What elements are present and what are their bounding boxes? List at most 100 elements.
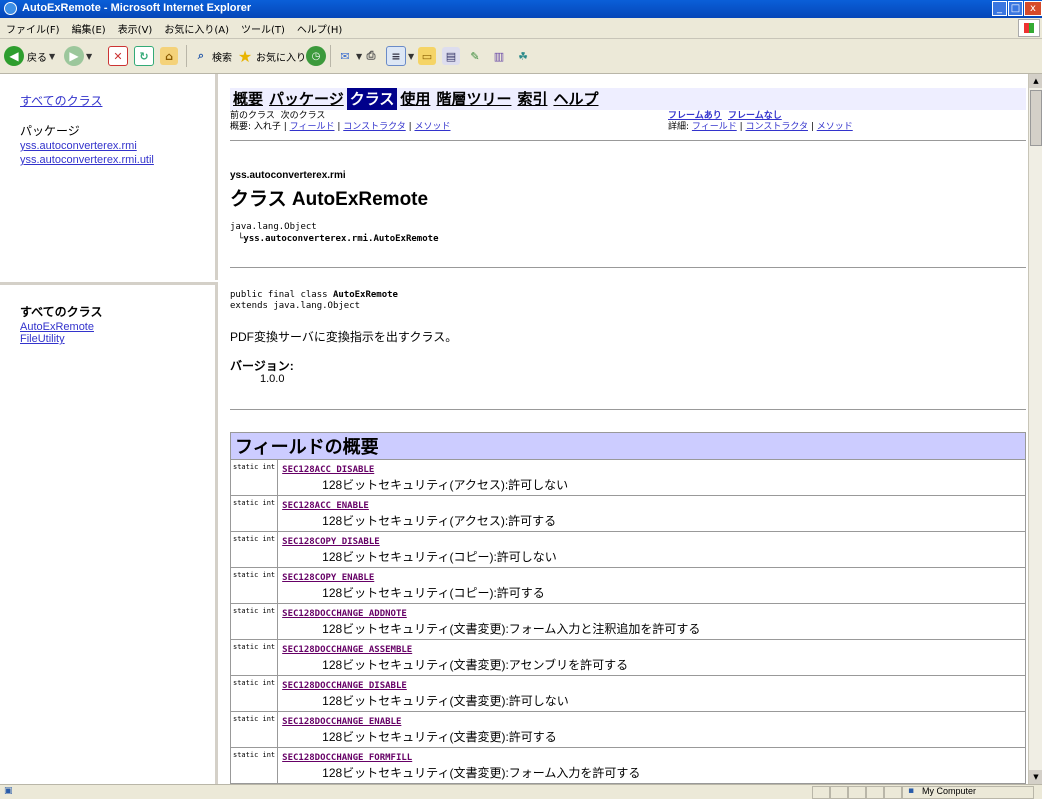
- refresh-button[interactable]: ↻: [134, 45, 154, 67]
- refresh-icon: ↻: [134, 46, 154, 66]
- back-arrow-icon: ◀: [4, 46, 24, 66]
- menu-view[interactable]: 表示(V): [112, 18, 159, 39]
- nav-bar: 概要 パッケージ クラス 使用 階層ツリー 索引 ヘルプ 前のクラス 次のクラス…: [230, 88, 1026, 136]
- nav-help[interactable]: ヘルプ: [550, 88, 601, 110]
- packages-heading: パッケージ: [20, 124, 80, 138]
- field-name-link[interactable]: SEC128DOCCHANGE_ASSEMBLE: [282, 645, 412, 655]
- research-icon: ▤: [442, 47, 460, 65]
- field-modifier: static int: [229, 675, 279, 712]
- forward-button[interactable]: ▶ ▼: [64, 45, 92, 67]
- menu-edit[interactable]: 編集(E): [66, 18, 112, 39]
- discuss-button[interactable]: ☘: [514, 45, 532, 67]
- back-label: 戻る: [27, 52, 47, 64]
- mail-button[interactable]: ✉ ▼: [336, 45, 362, 67]
- all-classes-link[interactable]: すべてのクラス: [20, 92, 102, 109]
- field-modifier: static int: [229, 639, 279, 676]
- package-link[interactable]: yss.autoconverterex.rmi.util: [20, 154, 154, 166]
- stop-button[interactable]: ✕: [108, 45, 128, 67]
- field-rows: static int SEC128ACC_DISABLE 128ビットセキュリティ(…: [229, 459, 1026, 784]
- detail-method-link[interactable]: メソッド: [817, 122, 853, 132]
- menu-tools[interactable]: ツール(T): [235, 18, 291, 39]
- scroll-thumb[interactable]: [1030, 90, 1042, 146]
- forward-dropdown-icon[interactable]: ▼: [86, 52, 92, 61]
- folder-button[interactable]: ▭: [418, 45, 436, 67]
- close-button[interactable]: x: [1024, 1, 1042, 16]
- detail-field-link[interactable]: フィールド: [692, 122, 737, 132]
- class-title: クラス AutoExRemote: [230, 189, 429, 210]
- field-name-link[interactable]: SEC128DOCCHANGE_FORMFILL: [282, 753, 412, 763]
- field-name-link[interactable]: SEC128DOCCHANGE_ENABLE: [282, 717, 401, 727]
- menu-help[interactable]: ヘルプ(H): [291, 18, 348, 39]
- class-link[interactable]: AutoExRemote: [20, 321, 94, 333]
- favorites-button[interactable]: ★ お気に入り: [236, 45, 306, 67]
- summary-constructor-link[interactable]: コンストラクタ: [343, 122, 405, 132]
- history-icon: ◷: [306, 46, 326, 66]
- scroll-up-icon[interactable]: ▲: [1029, 74, 1042, 88]
- minimize-button[interactable]: _: [992, 1, 1007, 16]
- page-icon: ▣: [4, 786, 13, 796]
- summary-method-link[interactable]: メソッド: [414, 122, 450, 132]
- field-row: static int SEC128DOCCHANGE_FORMFILL 128ビット…: [229, 747, 1026, 784]
- tool-button[interactable]: ▥: [490, 45, 508, 67]
- field-modifier: static int: [229, 603, 279, 640]
- back-button[interactable]: ◀ 戻る ▼: [4, 45, 55, 67]
- summary-field-link[interactable]: フィールド: [290, 122, 335, 132]
- class-description: PDF変換サーバに変換指示を出すクラス。: [230, 330, 458, 344]
- status-bar: ▣ ▪ My Computer: [0, 784, 1042, 799]
- field-name-link[interactable]: SEC128COPY_DISABLE: [282, 537, 380, 547]
- field-description: 128ビットセキュリティ(文書変更):フォーム入力を許可する: [322, 766, 641, 780]
- history-button[interactable]: ◷: [306, 45, 326, 67]
- class-declaration: public final class AutoExRemote: [230, 290, 398, 300]
- field-row: static int SEC128COPY_ENABLE 128ビットセキュリティ(…: [229, 567, 1026, 604]
- package-link[interactable]: yss.autoconverterex.rmi: [20, 140, 137, 152]
- nav-package[interactable]: パッケージ: [266, 88, 347, 110]
- decl-prefix: public final class: [230, 290, 333, 300]
- scroll-down-icon[interactable]: ▼: [1029, 770, 1042, 784]
- vertical-scrollbar[interactable]: ▲ ▼: [1028, 74, 1042, 784]
- field-name-link[interactable]: SEC128ACC_ENABLE: [282, 501, 369, 511]
- field-description: 128ビットセキュリティ(文書変更):許可しない: [322, 694, 569, 708]
- field-name-link[interactable]: SEC128COPY_ENABLE: [282, 573, 374, 583]
- mail-icon: ✉: [340, 49, 350, 63]
- toolbar-separator: [330, 45, 331, 67]
- nav-overview[interactable]: 概要: [230, 88, 266, 110]
- noframes-link[interactable]: フレームなし: [728, 111, 782, 121]
- folder-icon: ▭: [418, 47, 436, 65]
- back-dropdown-icon[interactable]: ▼: [49, 52, 55, 61]
- prev-class-label: 前のクラス: [230, 111, 275, 121]
- windows-flag-icon: [1018, 19, 1040, 37]
- research-button[interactable]: ▤: [442, 45, 460, 67]
- field-description-cell: SEC128ACC_ENABLE 128ビットセキュリティ(アクセス):許可する: [277, 495, 1026, 532]
- field-name-link[interactable]: SEC128ACC_DISABLE: [282, 465, 374, 475]
- frames-link[interactable]: フレームあり: [668, 111, 722, 121]
- class-link[interactable]: FileUtility: [20, 333, 65, 345]
- class-list-frame: すべてのクラス AutoExRemote FileUtility: [0, 282, 218, 787]
- next-class-label: 次のクラス: [280, 111, 326, 121]
- divider: [230, 409, 1026, 410]
- menu-file[interactable]: ファイル(F): [0, 18, 66, 39]
- field-row: static int SEC128DOCCHANGE_ADDNOTE 128ビットセ…: [229, 603, 1026, 640]
- detail-row: 詳細: フィールド | コンストラクタ | メソッド: [668, 121, 853, 133]
- home-button[interactable]: ⌂: [160, 45, 178, 67]
- maximize-button[interactable]: □: [1008, 1, 1023, 16]
- status-cell: [830, 786, 848, 799]
- version-label: バージョン:: [230, 359, 294, 373]
- field-name-link[interactable]: SEC128DOCCHANGE_DISABLE: [282, 681, 407, 691]
- search-button[interactable]: ⌕ 検索: [192, 45, 232, 67]
- nav-use[interactable]: 使用: [397, 88, 433, 110]
- nav-tree[interactable]: 階層ツリー: [433, 88, 514, 110]
- field-description-cell: SEC128DOCCHANGE_DISABLE 128ビットセキュリティ(文書変更…: [277, 675, 1026, 712]
- summary-prefix: 概要: 入れ子 |: [230, 122, 290, 132]
- menu-favorites[interactable]: お気に入り(A): [158, 18, 235, 39]
- field-name-link[interactable]: SEC128DOCCHANGE_ADDNOTE: [282, 609, 407, 619]
- messenger-button[interactable]: ✎: [466, 45, 484, 67]
- field-description-cell: SEC128DOCCHANGE_ENABLE 128ビットセキュリティ(文書変更)…: [277, 711, 1026, 748]
- detail-constructor-link[interactable]: コンストラクタ: [746, 122, 808, 132]
- edit-button[interactable]: ≡ ▼: [386, 45, 414, 67]
- class-extends: extends java.lang.Object: [230, 301, 361, 311]
- nav-index[interactable]: 索引: [514, 88, 550, 110]
- edit-dropdown-icon[interactable]: ▼: [408, 52, 414, 61]
- edit-page-icon: ≡: [386, 46, 406, 66]
- field-row: static int SEC128ACC_DISABLE 128ビットセキュリティ(…: [229, 459, 1026, 496]
- print-button[interactable]: ⎙: [362, 45, 380, 67]
